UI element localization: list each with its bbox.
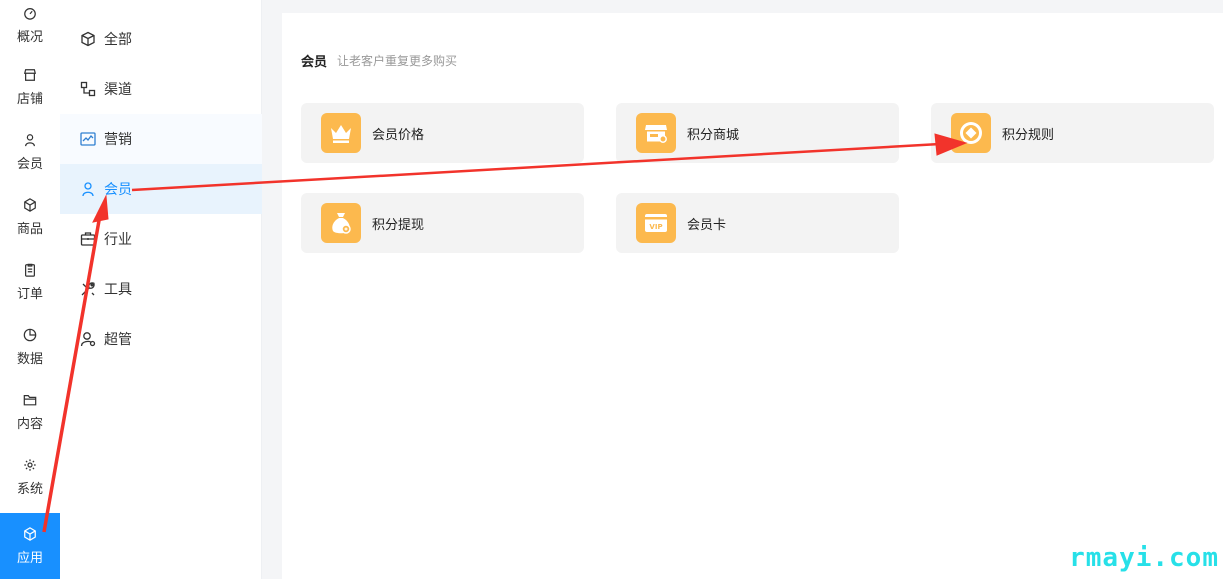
briefcase-icon: [80, 232, 96, 246]
dashboard-icon: [24, 7, 36, 20]
primary-nav-rail: 概况 店铺 会员 商品 订单 数据 内容 系统 应用: [0, 0, 60, 579]
rail-item-label: 应用: [16, 550, 43, 566]
card-label: 积分规则: [1002, 127, 1055, 143]
money-bag-icon: [321, 203, 361, 243]
card-label: 积分提现: [372, 217, 425, 233]
rail-item-label: 会员: [16, 157, 43, 172]
gear-icon: [24, 459, 36, 471]
submenu-item-tools[interactable]: 工具: [60, 264, 262, 314]
card-label: 会员卡: [687, 217, 727, 233]
rail-item-orders[interactable]: 订单: [0, 250, 60, 315]
rail-item-label: 内容: [16, 417, 43, 432]
submenu-item-label: 超管: [104, 332, 132, 348]
section-title: 会员: [301, 55, 328, 70]
user-icon: [25, 134, 35, 147]
rail-item-label: 店铺: [16, 92, 43, 107]
app-card-member-price[interactable]: 会员价格: [301, 103, 584, 163]
submenu-item-marketing[interactable]: 营销: [60, 114, 262, 164]
submenu-item-label: 渠道: [104, 82, 132, 98]
submenu-item-members[interactable]: 会员: [60, 164, 262, 214]
rail-item-products[interactable]: 商品: [0, 185, 60, 250]
app-card-member-card[interactable]: VIP 会员卡: [616, 193, 899, 253]
submenu-item-label: 工具: [104, 282, 132, 298]
cube-icon: [81, 31, 95, 47]
card-label: 积分商城: [687, 127, 740, 143]
crown-icon: [321, 113, 361, 153]
admin-icon: [80, 332, 96, 347]
store-icon: [23, 69, 37, 81]
user-icon: [82, 182, 94, 197]
pie-chart-icon: [23, 328, 37, 342]
rail-item-label: 订单: [16, 287, 43, 302]
box-icon: [24, 198, 36, 212]
submenu-item-label: 会员: [104, 182, 132, 198]
watermark: rmayi.com: [1069, 543, 1219, 573]
rail-item-system[interactable]: 系统: [0, 445, 60, 510]
folder-icon: [23, 395, 37, 406]
svg-text:VIP: VIP: [649, 223, 662, 231]
coin-icon: [951, 113, 991, 153]
rail-item-content[interactable]: 内容: [0, 380, 60, 445]
card-label: 会员价格: [372, 127, 425, 143]
clipboard-icon: [25, 263, 35, 277]
tools-icon: [81, 282, 95, 296]
app-box-icon: [24, 526, 36, 541]
rail-item-label: 商品: [16, 222, 43, 237]
rail-item-label: 概况: [16, 29, 43, 45]
main-panel: 会员 让老客户重复更多购买 会员价格 积分商城 积分规则 积分提现 VIP 会员…: [282, 13, 1223, 579]
app-card-points-mall[interactable]: 积分商城: [616, 103, 899, 163]
submenu-item-label: 全部: [104, 32, 132, 48]
rail-item-label: 系统: [16, 482, 43, 497]
vip-card-icon: VIP: [636, 203, 676, 243]
rail-item-data[interactable]: 数据: [0, 315, 60, 380]
section-subtitle: 让老客户重复更多购买: [337, 54, 458, 68]
app-card-points-withdraw[interactable]: 积分提现: [301, 193, 584, 253]
trend-icon: [80, 132, 96, 146]
submenu-item-label: 营销: [104, 132, 132, 148]
rail-item-members[interactable]: 会员: [0, 120, 60, 185]
rail-item-label: 数据: [16, 352, 43, 367]
app-card-points-rules[interactable]: 积分规则: [931, 103, 1214, 163]
submenu-item-admin[interactable]: 超管: [60, 314, 262, 364]
submenu-item-all[interactable]: 全部: [60, 14, 262, 64]
shop-icon: [636, 113, 676, 153]
rail-item-store[interactable]: 店铺: [0, 55, 60, 120]
channel-icon: [80, 81, 96, 97]
rail-item-apps[interactable]: 应用: [0, 513, 60, 579]
submenu-item-industry[interactable]: 行业: [60, 214, 262, 264]
submenu-item-label: 行业: [104, 232, 132, 248]
rail-item-overview[interactable]: 概况: [0, 0, 60, 50]
app-category-menu: 全部 渠道 营销 会员 行业 工具 超管: [60, 0, 262, 579]
submenu-item-channels[interactable]: 渠道: [60, 64, 262, 114]
